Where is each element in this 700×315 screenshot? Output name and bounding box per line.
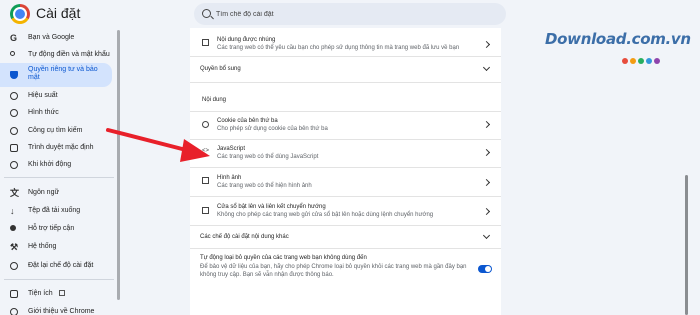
javascript-row[interactable]: <> JavaScript Các trang web có thể dùng … [190, 140, 501, 166]
sidebar: G Bạn và Google Tự động điền và mật khẩu… [0, 28, 118, 315]
sidebar-item-label: Tiện ích [28, 290, 65, 297]
sidebar-item-label: Đặt lại chế độ cài đặt [28, 262, 94, 269]
chevron-right-icon [482, 40, 491, 49]
chevron-right-icon [482, 148, 491, 157]
sidebar-item-label: Hỗ trợ tiếp cận [28, 225, 75, 232]
other-content-settings-row[interactable]: Các chế độ cài đặt nội dung khác [190, 226, 501, 248]
sidebar-item-label: Hình thức [28, 109, 59, 116]
other-content-settings-label: Các chế độ cài đặt nội dung khác [200, 234, 289, 240]
chevron-right-icon [482, 120, 491, 129]
sidebar-item-appearance[interactable]: Hình thức [0, 104, 112, 122]
power-icon [10, 161, 18, 169]
row-title: Cookie của bên thứ ba [217, 118, 278, 124]
images-row[interactable]: Hình ảnh Các trang web có thể hiện hình … [190, 168, 501, 196]
sidebar-item-privacy[interactable]: Quyền riêng tư và bảo mật [0, 63, 112, 87]
browser-icon [10, 144, 18, 152]
puzzle-icon [10, 290, 18, 298]
sidebar-item-default-browser[interactable]: Trình duyệt mặc định [0, 139, 112, 157]
popups-redirects-row[interactable]: Cửa sổ bật lên và liên kết chuyển hướng … [190, 197, 501, 225]
additional-permissions-row[interactable]: Quyền bổ sung [190, 57, 501, 83]
chevron-down-icon [482, 231, 491, 240]
sidebar-divider [4, 279, 114, 280]
page-title: Cài đặt [36, 5, 81, 21]
sidebar-item-downloads[interactable]: ↓ Tệp đã tải xuống [0, 202, 112, 220]
row-subtitle: Các trang web có thể hiện hình ảnh [217, 183, 312, 189]
row-subtitle: Các trang web có thể yêu cầu bạn cho phé… [217, 45, 460, 51]
row-title: Tự động loại bỏ quyền của các trang web … [200, 255, 367, 261]
shield-icon [10, 71, 18, 79]
download-icon: ↓ [10, 206, 15, 216]
content-section-heading: Nội dung [202, 97, 227, 103]
search-icon [202, 9, 211, 18]
translate-icon: 文 [10, 188, 20, 198]
third-party-cookies-row[interactable]: Cookie của bên thứ ba Cho phép sử dụng c… [190, 112, 501, 139]
sidebar-item-extensions[interactable]: Tiện ích [0, 285, 112, 303]
code-icon: <> [202, 148, 210, 154]
row-title: JavaScript [217, 146, 246, 152]
google-icon: G [10, 33, 18, 43]
row-subtitle: Để bảo vệ dữ liệu của bạn, hãy cho phép … [200, 264, 467, 270]
watermark-dots [622, 51, 662, 69]
key-icon [10, 51, 15, 56]
search-input[interactable] [216, 7, 496, 21]
sidebar-item-you-and-google[interactable]: G Bạn và Google [0, 29, 112, 47]
top-bar: Cài đặt [0, 0, 700, 28]
image-icon [202, 177, 209, 184]
row-subtitle: Cho phép sử dụng cookie của bên thứ ba [217, 126, 328, 132]
reset-icon [10, 262, 18, 270]
sidebar-item-label: Tệp đã tải xuống [28, 207, 81, 214]
embedded-content-icon [202, 39, 209, 46]
extensions-label: Tiện ích [28, 290, 53, 297]
content-scrollbar[interactable] [685, 175, 688, 315]
search-engine-icon [10, 127, 18, 135]
content-card: Nội dung được nhúng Các trang web có thể… [190, 28, 501, 315]
wrench-icon: ⚒ [10, 242, 19, 252]
sidebar-item-reset[interactable]: Đặt lại chế độ cài đặt [0, 257, 112, 275]
sidebar-item-system[interactable]: ⚒ Hệ thống [0, 238, 112, 256]
watermark-logo: Download.com.vn [545, 30, 691, 48]
sidebar-item-label: Hệ thống [28, 243, 57, 250]
sidebar-item-label: Công cụ tìm kiếm [28, 127, 83, 134]
sidebar-item-label: Tự động điền và mật khẩu [28, 51, 110, 58]
popup-icon [202, 207, 209, 214]
sidebar-divider [4, 177, 114, 178]
row-title: Nội dung được nhúng [217, 37, 276, 43]
accessibility-icon [10, 225, 16, 231]
row-title: Cửa sổ bật lên và liên kết chuyển hướng [217, 204, 326, 210]
chrome-logo-icon [10, 4, 30, 24]
row-subtitle: Các trang web có thể dùng JavaScript [217, 154, 319, 160]
sidebar-item-label: Quyền riêng tư và bảo mật [28, 66, 98, 81]
divider [190, 82, 501, 83]
sidebar-item-accessibility[interactable]: Hỗ trợ tiếp cận [0, 220, 112, 238]
sidebar-item-performance[interactable]: Hiệu suất [0, 87, 112, 105]
chrome-icon [10, 308, 18, 315]
sidebar-item-label: Trình duyệt mặc định [28, 144, 94, 151]
chevron-right-icon [482, 178, 491, 187]
sidebar-item-search-engine[interactable]: Công cụ tìm kiếm [0, 122, 112, 140]
palette-icon [10, 109, 18, 117]
chevron-down-icon [482, 63, 491, 72]
speedometer-icon [10, 92, 18, 100]
sidebar-item-label: Bạn và Google [28, 34, 75, 41]
auto-revoke-permissions-row: Tự động loại bỏ quyền của các trang web … [190, 249, 501, 289]
sidebar-item-about-chrome[interactable]: Giới thiệu về Chrome [0, 303, 112, 315]
row-title: Hình ảnh [217, 175, 242, 181]
search-box[interactable] [194, 3, 506, 25]
sidebar-item-label: Giới thiệu về Chrome [28, 308, 95, 315]
sidebar-item-autofill[interactable]: Tự động điền và mật khẩu [0, 46, 112, 64]
external-link-icon [58, 290, 65, 296]
sidebar-item-label: Khi khởi động [28, 161, 72, 168]
row-subtitle: Không cho phép các trang web gửi cửa sổ … [217, 212, 434, 218]
sidebar-item-on-startup[interactable]: Khi khởi động [0, 156, 112, 174]
sidebar-item-label: Ngôn ngữ [28, 189, 60, 196]
sidebar-item-label: Hiệu suất [28, 92, 58, 99]
chevron-right-icon [482, 207, 491, 216]
cookie-icon [202, 121, 209, 128]
additional-permissions-label: Quyền bổ sung [200, 66, 241, 72]
row-subtitle-2: không truy cập. Bạn sẽ vẫn nhận được thô… [200, 272, 334, 278]
auto-revoke-toggle[interactable] [478, 265, 492, 273]
sidebar-item-languages[interactable]: 文 Ngôn ngữ [0, 184, 112, 202]
sidebar-scrollbar[interactable] [117, 30, 120, 300]
